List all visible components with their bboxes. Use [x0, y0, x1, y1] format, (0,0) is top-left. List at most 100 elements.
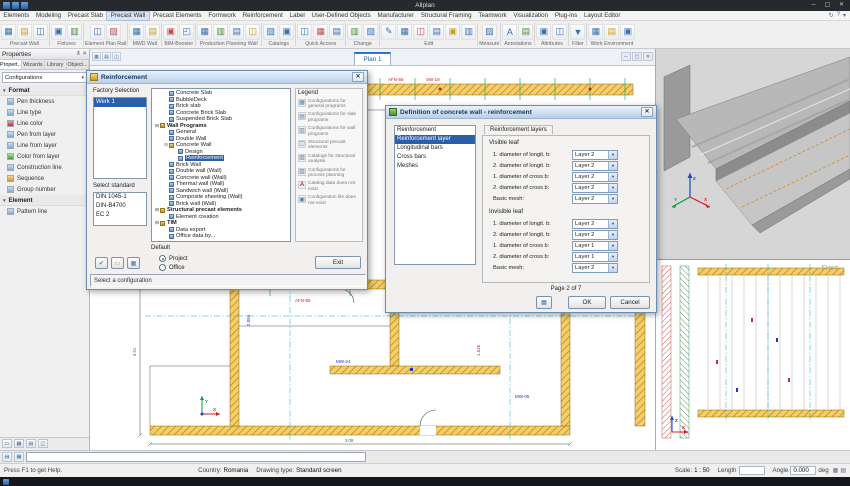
viewport-tool-icon[interactable]: ◫	[112, 52, 121, 61]
close-icon[interactable]: ✕	[641, 107, 653, 117]
cancel-button[interactable]: Cancel	[610, 296, 650, 309]
dialog-line-input[interactable]	[26, 452, 366, 462]
panel-tool-icon[interactable]: ▦	[14, 439, 24, 448]
tool-icon[interactable]: ◫	[413, 24, 428, 40]
menu-modeling[interactable]: Modeling	[33, 11, 65, 21]
definition-nav-list[interactable]: Reinforcement Reinforcement layer Longit…	[394, 125, 476, 265]
tool-icon[interactable]: ▣	[51, 24, 66, 40]
standard-item[interactable]: DIN 1045-1	[94, 193, 146, 202]
nav-item[interactable]: Reinforcement layer	[395, 135, 475, 144]
scale-status[interactable]: Scale:1 : 50	[671, 467, 714, 474]
layer-select[interactable]: Layer 2▾	[572, 161, 618, 171]
standard-item[interactable]: DIN-B4700	[94, 202, 146, 211]
confirm-config-button[interactable]: ✔	[95, 257, 108, 269]
panel-tool-icon[interactable]: ◫	[38, 439, 48, 448]
prop-group-number[interactable]: Group number	[0, 184, 89, 195]
prop-construction-line[interactable]: Construction line	[0, 162, 89, 173]
layer-select[interactable]: Layer 2▾	[572, 150, 618, 160]
save-button[interactable]: ▦	[127, 257, 140, 269]
tool-icon[interactable]: ▥	[347, 24, 362, 40]
tool-icon[interactable]: ▦	[1, 24, 16, 40]
tool-icon[interactable]: ▦	[588, 24, 603, 40]
layer-select[interactable]: Layer 1▾	[572, 252, 618, 262]
viewport-close-icon[interactable]: ✕	[643, 52, 653, 61]
menu-manufacturer[interactable]: Manufacturer	[374, 11, 417, 21]
prop-line-from-layer[interactable]: Line from layer	[0, 140, 89, 151]
reinforcement-dialog-titlebar[interactable]: Reinforcement ✕	[87, 71, 367, 84]
open-folder-button[interactable]: ▭	[111, 257, 124, 269]
tool-icon[interactable]: ◰	[179, 24, 194, 40]
tool-icon[interactable]: ▤	[329, 24, 344, 40]
isometric-viewport[interactable]: Z X Y	[656, 49, 850, 260]
taskbar-app-icon[interactable]	[3, 479, 9, 485]
command-history-icon[interactable]: ▤	[2, 452, 12, 462]
standard-listbox[interactable]: DIN 1045-1 DIN-B4700 EC 2	[93, 192, 147, 226]
prop-color-from-layer[interactable]: Color from layer	[0, 151, 89, 162]
tool-icon[interactable]: ▤	[145, 24, 160, 40]
standard-item[interactable]: EC 2	[94, 211, 146, 220]
panel-tool-icon[interactable]: ▭	[2, 439, 12, 448]
tool-icon[interactable]: ▥	[461, 24, 476, 40]
snap-settings-icon[interactable]: ▦	[833, 467, 839, 474]
menu-reinforcement[interactable]: Reinforcement	[239, 11, 286, 21]
tool-icon[interactable]: ▤	[429, 24, 444, 40]
pin-icon[interactable]: ⊼	[76, 51, 80, 57]
tool-icon[interactable]: ▨	[482, 24, 497, 40]
tool-icon[interactable]: ▨	[106, 24, 121, 40]
quick-save-icon[interactable]	[12, 2, 19, 9]
tool-icon[interactable]: ▦	[313, 24, 328, 40]
tool-icon[interactable]: ▥	[67, 24, 82, 40]
tab-wizards[interactable]: Wizards	[22, 60, 44, 69]
tool-icon[interactable]: ◫	[552, 24, 567, 40]
layer-select[interactable]: Layer 2▾	[572, 263, 618, 273]
menu-layout-editor[interactable]: Layout Editor	[581, 11, 624, 21]
menu-plugins[interactable]: Plug-ins	[551, 11, 580, 21]
default-project-radio[interactable]: Project	[159, 254, 188, 263]
help-icon[interactable]: ?	[837, 12, 840, 19]
default-office-radio[interactable]: Office	[159, 263, 185, 272]
tool-icon[interactable]: ▨	[263, 24, 278, 40]
tool-icon[interactable]: ▣	[279, 24, 294, 40]
tool-icon[interactable]: ✎	[381, 24, 396, 40]
panel-tool-icon[interactable]: ▤	[26, 439, 36, 448]
prop-pattern-line[interactable]: Pattern line	[0, 206, 89, 217]
tool-icon[interactable]: ▨	[363, 24, 378, 40]
ok-button[interactable]: OK	[568, 296, 606, 309]
tool-icon[interactable]: ▥	[213, 24, 228, 40]
chevron-down-icon[interactable]: ▾	[843, 12, 846, 19]
quick-undo-icon[interactable]	[21, 2, 28, 9]
factory-item[interactable]: Werk 1	[94, 98, 146, 107]
viewport-maximize-icon[interactable]: ▢	[632, 52, 642, 61]
tool-icon[interactable]: ▣	[620, 24, 635, 40]
tool-icon[interactable]: ◫	[297, 24, 312, 40]
menu-precast-elements[interactable]: Precast Elements	[150, 11, 205, 21]
front-viewport[interactable]: Front	[656, 260, 850, 450]
tool-icon[interactable]: ▦	[397, 24, 412, 40]
menu-user-defined-objects[interactable]: User-Defined Objects	[308, 11, 374, 21]
tree-item[interactable]: Office data by...	[152, 233, 290, 240]
grid-toggle-icon[interactable]: ▤	[840, 467, 846, 474]
nav-item[interactable]: Meshes	[395, 162, 475, 171]
prop-sequence[interactable]: Sequence	[0, 173, 89, 184]
factory-listbox[interactable]: Werk 1	[93, 97, 147, 179]
prop-line-type[interactable]: Line type	[0, 107, 89, 118]
viewport-minimize-icon[interactable]: ─	[621, 52, 631, 61]
menu-structural-framing[interactable]: Structural Framing	[417, 11, 475, 21]
tool-icon[interactable]: ◫	[33, 24, 48, 40]
tool-icon[interactable]: ◫	[245, 24, 260, 40]
tab-library[interactable]: Library	[45, 60, 67, 69]
tool-icon[interactable]: A	[502, 24, 517, 40]
nav-item[interactable]: Reinforcement	[395, 126, 475, 135]
layer-select[interactable]: Layer 2▾	[572, 172, 618, 182]
viewport-tool-icon[interactable]: ▤	[102, 52, 111, 61]
tool-icon[interactable]: ◫	[90, 24, 105, 40]
tool-icon[interactable]: ▤	[604, 24, 619, 40]
tab-objects[interactable]: Object...	[67, 60, 89, 69]
tool-icon[interactable]: ▦	[197, 24, 212, 40]
definition-dialog-titlebar[interactable]: Definition of concrete wall - reinforcem…	[386, 106, 656, 119]
tool-icon[interactable]: ▣	[163, 24, 178, 40]
nav-item[interactable]: Cross bars	[395, 153, 475, 162]
close-icon[interactable]: ✕	[352, 72, 364, 82]
menu-visualization[interactable]: Visualization	[510, 11, 551, 21]
refresh-icon[interactable]: ↻	[829, 12, 834, 19]
